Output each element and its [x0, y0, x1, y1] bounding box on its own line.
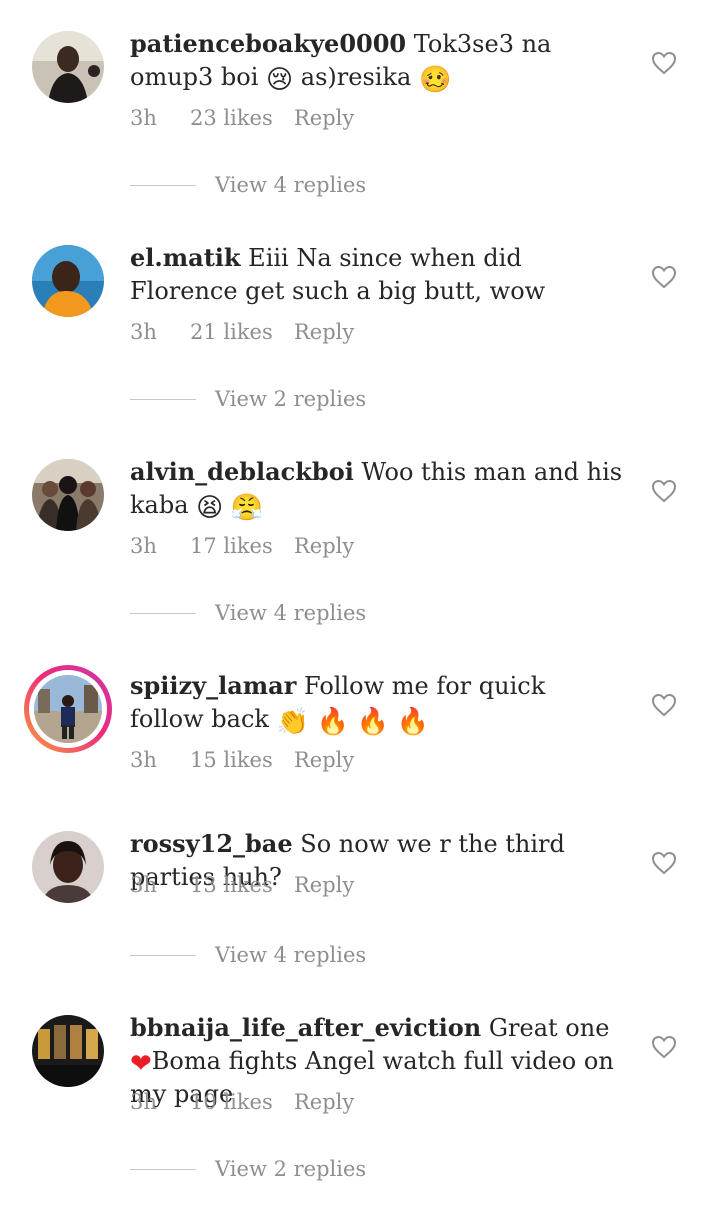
tired-face-emoji: 😫 [196, 493, 224, 523]
comment-time: 3h [130, 106, 157, 130]
heart-outline-icon[interactable] [651, 693, 677, 717]
view-replies-label[interactable]: View 4 replies [215, 941, 366, 969]
view-replies-label[interactable]: View 4 replies [215, 171, 366, 199]
avatar[interactable] [32, 1015, 104, 1087]
story-ring-gap [29, 670, 107, 748]
view-replies-label[interactable]: View 4 replies [215, 599, 366, 627]
red-heart-emoji: ❤ [130, 1049, 152, 1079]
avatar[interactable] [32, 245, 104, 317]
heart-outline-icon[interactable] [651, 51, 677, 75]
comment-username[interactable]: spiizy_lamar [130, 671, 296, 700]
reply-button[interactable]: Reply [294, 320, 354, 344]
comment-time: 3h [130, 748, 157, 772]
comment-text: spiizy_lamar Follow me for quick follow … [130, 669, 625, 736]
crying-face-emoji: 😢 [266, 65, 294, 95]
comment-text: alvin_deblackboi Woo this man and his ka… [130, 455, 625, 522]
heart-outline-icon[interactable] [651, 265, 677, 289]
woozy-face-emoji: 🥴 [418, 65, 452, 95]
comment-meta: 3h 13 likes Reply [130, 873, 354, 897]
reply-button[interactable]: Reply [294, 1090, 354, 1114]
reply-button[interactable]: Reply [294, 873, 354, 897]
avatar[interactable] [32, 459, 104, 531]
comment-likes[interactable]: 23 likes [190, 106, 294, 130]
comment-time: 3h [130, 320, 157, 344]
comment-username[interactable]: bbnaija_life_after_eviction [130, 1013, 481, 1042]
fire-emoji: 🔥 [356, 707, 390, 737]
avatar[interactable] [32, 831, 104, 903]
replies-divider [130, 613, 196, 614]
comment-username[interactable]: el.matik [130, 243, 241, 272]
avatar-photo [34, 675, 102, 743]
replies-divider [130, 955, 196, 956]
heart-outline-icon[interactable] [651, 851, 677, 875]
comment-meta: 3h 23 likes Reply [130, 106, 354, 130]
comment-message-continued: as)resika [300, 63, 419, 91]
comment-text: el.matik Eiii Na since when did Florence… [130, 241, 625, 308]
heart-outline-icon[interactable] [651, 1035, 677, 1059]
replies-divider [130, 399, 196, 400]
replies-divider [130, 185, 196, 186]
comment-time: 3h [130, 873, 157, 897]
comment-meta: 3h 21 likes Reply [130, 320, 354, 344]
reply-button[interactable]: Reply [294, 534, 354, 558]
comment-time: 3h [130, 534, 157, 558]
clapping-hands-emoji: 👏 [276, 707, 309, 737]
fire-emoji: 🔥 [316, 707, 349, 737]
reply-button[interactable]: Reply [294, 748, 354, 772]
comment-likes[interactable]: 10 likes [190, 1090, 294, 1114]
replies-divider [130, 1169, 196, 1170]
steam-face-emoji: 😤 [230, 493, 264, 523]
comment-likes[interactable]: 17 likes [190, 534, 294, 558]
comment-likes[interactable]: 21 likes [190, 320, 294, 344]
avatar[interactable] [32, 31, 104, 103]
comment-username[interactable]: rossy12_bae [130, 829, 293, 858]
heart-outline-icon[interactable] [651, 479, 677, 503]
comment-meta: 3h 15 likes Reply [130, 748, 354, 772]
comment-time: 3h [130, 1090, 157, 1114]
comment-likes[interactable]: 13 likes [190, 873, 294, 897]
avatar-with-story-ring[interactable] [24, 665, 112, 753]
comment-username[interactable]: alvin_deblackboi [130, 457, 354, 486]
view-replies-label[interactable]: View 2 replies [215, 385, 366, 413]
comment-meta: 3h 17 likes Reply [130, 534, 354, 558]
view-replies-label[interactable]: View 2 replies [215, 1155, 366, 1183]
comment-username[interactable]: patienceboakye0000 [130, 29, 406, 58]
comment-meta: 3h 10 likes Reply [130, 1090, 354, 1114]
comment-text: patienceboakye0000 Tok3se3 na omup3 boi … [130, 27, 625, 94]
fire-emoji: 🔥 [396, 707, 430, 737]
comment-message: Great one [488, 1014, 610, 1042]
comment-likes[interactable]: 15 likes [190, 748, 294, 772]
reply-button[interactable]: Reply [294, 106, 354, 130]
